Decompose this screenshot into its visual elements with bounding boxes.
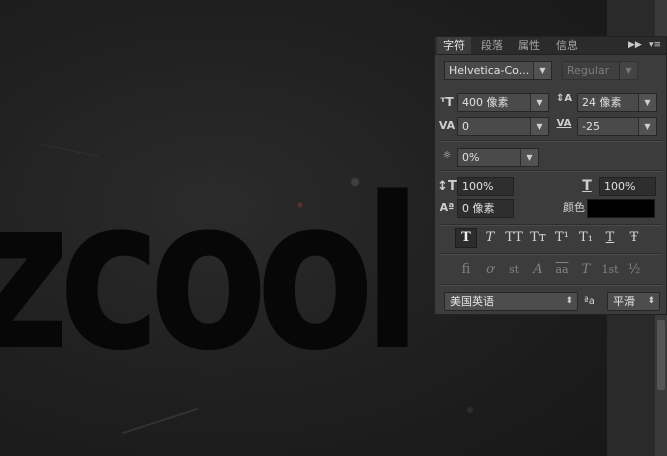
small-caps-button[interactable]: Tт [527,228,549,248]
tracking-value: -25 [582,120,600,133]
character-panel: 字符 段落 属性 信息 ▶▶ ▾≡ Helvetica-Co... ▼ Regu… [434,36,667,315]
titling-alternates-button[interactable]: T [575,260,597,280]
leading-icon: ⇕A [555,93,573,104]
chevron-down-icon[interactable]: ▼ [638,94,656,111]
antialias-value: 平滑 [613,295,635,308]
antialias-icon: ªa [584,296,595,307]
font-family-select[interactable]: Helvetica-Co... ▼ [444,61,552,80]
font-size-value: 400 像素 [462,96,509,109]
font-size-select[interactable]: 400 像素 ▼ [457,93,549,112]
divider [439,170,662,172]
updown-arrows-icon: ⬍ [647,296,655,306]
panel-menu-icon[interactable]: ▾≡ [649,37,661,54]
kerning-icon: VA [438,119,456,132]
horizontal-scale-icon: T [582,178,592,194]
standard-ligatures-button[interactable]: fi [455,260,477,280]
tsume-icon: ☼ [442,150,452,161]
texture-crack [121,407,199,435]
opentype-buttons: fi ơ st A aa T 1st ½ [435,260,666,280]
tracking-select[interactable]: -25 ▼ [577,117,657,136]
underline-button[interactable]: T [599,228,621,248]
tab-character[interactable]: 字符 [437,37,471,54]
discretionary-ligatures-button[interactable]: st [503,260,525,280]
leading-select[interactable]: 24 像素 ▼ [577,93,657,112]
faux-bold-button[interactable]: T [455,228,477,248]
chevron-down-icon[interactable]: ▼ [619,62,637,79]
all-caps-button[interactable]: TT [503,228,525,248]
chevron-down-icon[interactable]: ▼ [533,62,551,79]
panel-tab-bar: 字符 段落 属性 信息 ▶▶ ▾≡ [435,37,666,55]
kerning-select[interactable]: 0 ▼ [457,117,549,136]
text-color-swatch[interactable] [587,199,655,218]
horizontal-scale-input[interactable]: 100% [599,177,656,196]
divider [439,224,662,226]
baseline-shift-icon: Aª [439,201,455,214]
tab-info[interactable]: 信息 [550,37,584,54]
collapse-panel-icon[interactable]: ▶▶ [628,37,642,54]
swash-button[interactable]: A [527,260,549,280]
superscript-button[interactable]: T¹ [551,228,573,248]
font-size-icon: ᵀT [440,95,454,109]
tracking-icon: VA [556,118,572,129]
antialias-select[interactable]: 平滑 ⬍ [607,292,660,311]
language-value: 美国英语 [450,295,494,308]
baseline-shift-input[interactable]: 0 像素 [457,199,514,218]
font-family-value: Helvetica-Co... [449,64,530,77]
chevron-down-icon[interactable]: ▼ [530,118,548,135]
language-select[interactable]: 美国英语 ⬍ [444,292,578,311]
faux-italic-button[interactable]: T [479,228,501,248]
font-style-select[interactable]: Regular ▼ [562,61,638,80]
chevron-down-icon[interactable]: ▼ [530,94,548,111]
type-style-buttons: T T TT Tт T¹ T₁ T Ŧ [435,228,666,248]
strikethrough-button[interactable]: Ŧ [623,228,645,248]
divider [439,284,662,286]
vertical-scale-icon: ↕T [437,179,457,194]
stylistic-alternates-button[interactable]: aa [551,260,573,280]
tab-paragraph[interactable]: 段落 [475,37,509,54]
canvas-text-layer[interactable]: zcool [0,170,422,380]
tsume-value: 0% [462,151,480,164]
kerning-value: 0 [462,120,469,133]
contextual-alternates-button[interactable]: ơ [479,260,501,280]
chevron-down-icon[interactable]: ▼ [520,149,538,166]
divider [439,253,662,255]
ordinals-button[interactable]: 1st [599,260,621,280]
dock-scrollbar-thumb[interactable] [657,320,665,390]
tsume-select[interactable]: 0% ▼ [457,148,539,167]
fractions-button[interactable]: ½ [623,260,645,280]
leading-value: 24 像素 [582,96,622,109]
divider [439,140,662,142]
subscript-button[interactable]: T₁ [575,228,597,248]
font-style-value: Regular [567,64,610,77]
updown-arrows-icon: ⬍ [565,296,573,306]
tab-properties[interactable]: 属性 [512,37,546,54]
chevron-down-icon[interactable]: ▼ [638,118,656,135]
vertical-scale-input[interactable]: 100% [457,177,514,196]
